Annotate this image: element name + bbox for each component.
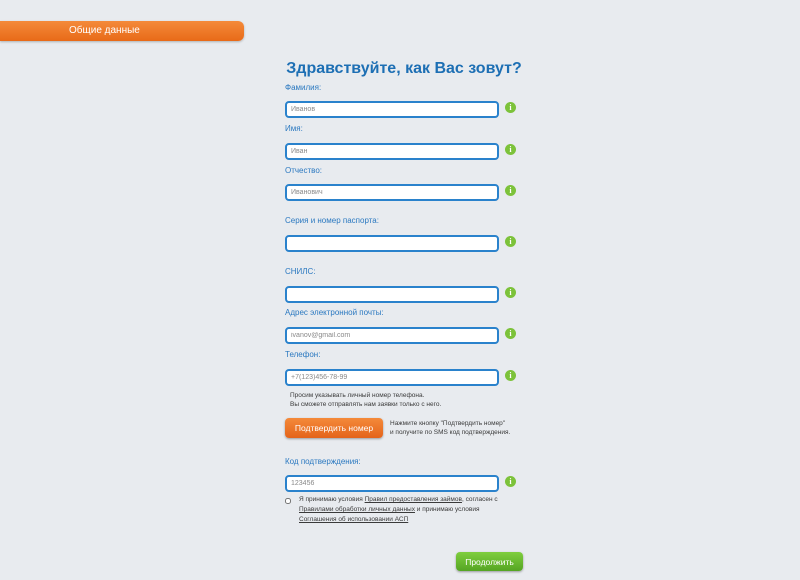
asp-agreement-link[interactable]: Соглашения об использовании АСП [299, 516, 408, 523]
snils-input[interactable] [285, 286, 499, 303]
name-info-icon[interactable]: i [505, 144, 516, 155]
consent-text-part1: Я принимаю условия [299, 496, 365, 503]
name-input[interactable] [285, 143, 499, 160]
surname-info-icon[interactable]: i [505, 102, 516, 113]
email-label: Адрес электронной почты: [285, 308, 384, 317]
consent-text-part3: и принимаю условия [414, 506, 480, 513]
name-label: Имя: [285, 124, 303, 133]
phone-note-line1: Просим указывать личный номер телефона. [290, 392, 425, 399]
passport-input[interactable] [285, 235, 499, 252]
phone-note-line2: Вы сможете отправлять нам заявки только … [290, 401, 442, 408]
confirm-hint-line1: Нажмите кнопку "Подтвердить номер" [390, 420, 506, 427]
email-input[interactable] [285, 327, 499, 344]
patronymic-label: Отчество: [285, 166, 322, 175]
passport-info-icon[interactable]: i [505, 236, 516, 247]
email-info-icon[interactable]: i [505, 328, 516, 339]
consent-checkbox[interactable] [285, 498, 291, 504]
snils-info-icon[interactable]: i [505, 287, 516, 298]
tab-general-data-label: Общие данные [69, 25, 140, 36]
surname-input[interactable] [285, 101, 499, 118]
phone-info-icon[interactable]: i [505, 370, 516, 381]
patronymic-input[interactable] [285, 184, 499, 201]
surname-label: Фамилия: [285, 83, 322, 92]
phone-input[interactable] [285, 369, 499, 386]
phone-label: Телефон: [285, 350, 321, 359]
patronymic-info-icon[interactable]: i [505, 185, 516, 196]
passport-label: Серия и номер паспорта: [285, 216, 379, 225]
snils-label: СНИЛС: [285, 267, 316, 276]
phone-note: Просим указывать личный номер телефона. … [290, 391, 441, 409]
consent-text-part2: , согласен с [461, 496, 498, 503]
page-title: Здравствуйте, как Вас зовут? [286, 60, 522, 77]
confirm-hint-line2: и получите по SMS код подтверждения. [390, 429, 511, 436]
confirm-hint: Нажмите кнопку "Подтвердить номер" и пол… [390, 419, 510, 437]
tab-general-data[interactable]: Общие данные [0, 21, 244, 41]
code-label: Код подтверждения: [285, 457, 361, 466]
code-input[interactable] [285, 475, 499, 492]
continue-button[interactable]: Продолжить [456, 552, 523, 571]
consent-text: Я принимаю условия Правил предоставления… [299, 495, 498, 525]
code-info-icon[interactable]: i [505, 476, 516, 487]
confirm-number-button[interactable]: Подтвердить номер [285, 418, 383, 438]
personal-data-rules-link[interactable]: Правилами обработки личных данных [299, 506, 415, 513]
loan-rules-link[interactable]: Правил предоставления займов [365, 496, 462, 503]
